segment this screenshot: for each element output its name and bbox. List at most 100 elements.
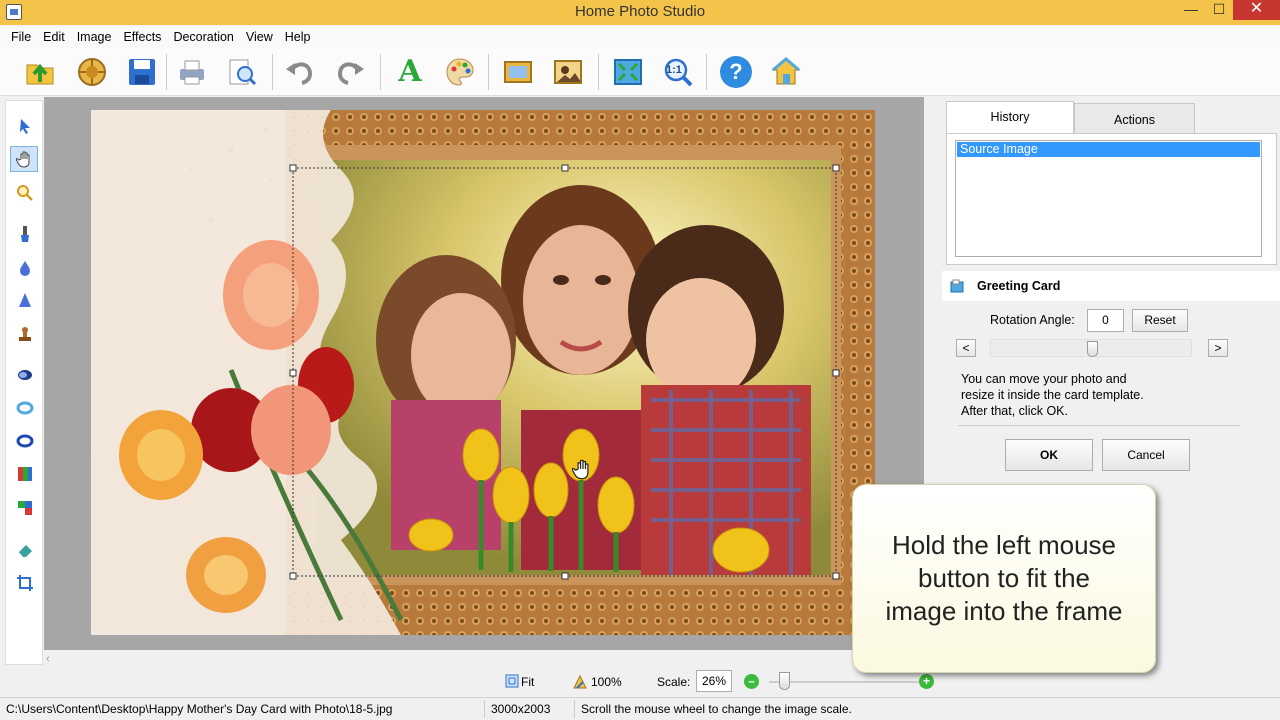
tutorial-callout: Hold the left mouse button to fit the im…	[852, 484, 1156, 673]
title-bar: Home Photo Studio — ☐ ✕	[0, 0, 1280, 25]
actual-size-label: 1:1	[666, 64, 682, 76]
status-hint: Scroll the mouse wheel to change the ima…	[581, 702, 852, 716]
cone-icon[interactable]	[16, 291, 34, 309]
palette-icon[interactable]	[444, 56, 476, 88]
actual-size-small-icon[interactable]	[572, 674, 588, 690]
menu-effects[interactable]: Effects	[117, 26, 167, 48]
toolbar-separator	[598, 54, 599, 90]
menu-edit[interactable]: Edit	[37, 26, 71, 48]
hand-icon[interactable]	[16, 150, 34, 168]
stamp-icon[interactable]	[16, 325, 34, 343]
greeting-card-icon	[950, 279, 964, 293]
card-artwork	[91, 110, 875, 635]
eraser-icon[interactable]	[16, 541, 34, 559]
scroll-left-arrow[interactable]: ‹	[46, 653, 50, 665]
eclipse-icon[interactable]	[16, 366, 34, 384]
callout-line: image into the frame	[885, 596, 1123, 626]
tab-actions[interactable]: Actions	[1074, 103, 1195, 134]
camera-aperture-icon[interactable]	[76, 56, 108, 88]
frame-icon[interactable]	[502, 56, 534, 88]
zoom-out-button[interactable]: –	[744, 674, 759, 689]
ring-icon[interactable]	[16, 399, 34, 417]
menu-help[interactable]: Help	[279, 26, 317, 48]
fit-icon[interactable]	[505, 674, 519, 688]
zoom-slider-thumb[interactable]	[779, 672, 790, 690]
color-balance-icon[interactable]	[16, 465, 34, 483]
instructions-text: You can move your photo and resize it in…	[961, 371, 1221, 419]
tools-panel	[5, 100, 43, 665]
home-icon[interactable]	[770, 56, 802, 88]
close-button[interactable]: ✕	[1233, 0, 1280, 20]
rotation-slider-thumb[interactable]	[1087, 341, 1098, 357]
divider	[958, 425, 1240, 426]
status-bar: C:\Users\Content\Desktop\Happy Mother's …	[0, 697, 1280, 720]
maximize-button[interactable]: ☐	[1204, 0, 1234, 20]
zoom-slider[interactable]	[769, 681, 919, 683]
toolbar-separator	[488, 54, 489, 90]
status-separator	[574, 700, 575, 718]
image-dimensions: 3000x2003	[491, 702, 551, 716]
menu-view[interactable]: View	[240, 26, 279, 48]
print-icon[interactable]	[176, 56, 208, 88]
scale-input[interactable]: 26%	[696, 670, 732, 692]
cancel-button[interactable]: Cancel	[1102, 439, 1190, 471]
zoom-in-button[interactable]: +	[919, 674, 934, 689]
rotate-left-button[interactable]: <	[956, 339, 976, 357]
rotation-angle-input[interactable]: 0	[1087, 309, 1124, 332]
zoom-bar: Fit 100% Scale: 26% – +	[0, 668, 942, 696]
hand-cursor-icon	[572, 459, 589, 480]
toolbar: A 1:1 ?	[0, 48, 1280, 96]
callout-line: Hold the left mouse	[891, 530, 1116, 560]
instructions-line: resize it inside the card template.	[961, 388, 1144, 402]
print-preview-icon[interactable]	[226, 56, 258, 88]
zoom-icon[interactable]	[16, 184, 34, 202]
layers-icon[interactable]	[16, 499, 34, 517]
tab-history[interactable]: History	[946, 101, 1074, 134]
toolbar-separator	[272, 54, 273, 90]
callout-text: Hold the left mouse button to fit the im…	[863, 529, 1145, 628]
rotate-right-button[interactable]: >	[1208, 339, 1228, 357]
reset-button[interactable]: Reset	[1132, 309, 1188, 332]
toolbar-separator	[380, 54, 381, 90]
callout-line: button to fit the	[917, 563, 1090, 593]
minimize-button[interactable]: —	[1176, 0, 1206, 20]
file-path: C:\Users\Content\Desktop\Happy Mother's …	[6, 702, 393, 716]
history-panel: Source Image	[946, 133, 1277, 265]
redo-icon[interactable]	[334, 56, 366, 88]
save-icon[interactable]	[126, 56, 158, 88]
help-icon[interactable]: ?	[720, 56, 752, 88]
text-icon[interactable]: A	[394, 56, 426, 88]
menu-bar: File Edit Image Effects Decoration View …	[0, 26, 1280, 48]
fit-window-icon[interactable]	[612, 56, 644, 88]
status-separator	[484, 700, 485, 718]
fit-button[interactable]: Fit	[521, 675, 534, 689]
instructions-line: After that, click OK.	[961, 404, 1068, 418]
greeting-card-header: Greeting Card	[942, 271, 1280, 301]
photo-effects-icon[interactable]	[552, 56, 584, 88]
drop-icon[interactable]	[16, 259, 34, 277]
toolbar-separator	[166, 54, 167, 90]
pointer-icon[interactable]	[16, 117, 34, 135]
menu-image[interactable]: Image	[71, 26, 118, 48]
greeting-card-panel: Rotation Angle: 0 Reset < > You can move…	[942, 301, 1280, 471]
ok-button[interactable]: OK	[1005, 439, 1093, 471]
rotation-angle-label: Rotation Angle:	[990, 313, 1075, 327]
card-image[interactable]	[91, 110, 875, 635]
ring-dark-icon[interactable]	[16, 432, 34, 450]
history-list[interactable]: Source Image	[955, 140, 1262, 257]
actual-size-icon[interactable]: 1:1	[662, 56, 694, 88]
window-title: Home Photo Studio	[574, 3, 706, 20]
menu-file[interactable]: File	[5, 26, 37, 48]
rotation-slider[interactable]	[990, 339, 1192, 357]
undo-icon[interactable]	[284, 56, 316, 88]
toolbar-separator	[706, 54, 707, 90]
greeting-card-title: Greeting Card	[977, 279, 1061, 293]
history-item[interactable]: Source Image	[957, 142, 1260, 157]
instructions-line: You can move your photo and	[961, 372, 1127, 386]
menu-decoration[interactable]: Decoration	[167, 26, 239, 48]
brush-icon[interactable]	[16, 225, 34, 243]
scale-label: Scale:	[657, 675, 691, 689]
actual-size-button[interactable]: 100%	[591, 675, 622, 689]
crop-icon[interactable]	[16, 574, 34, 592]
open-icon[interactable]	[24, 56, 56, 88]
